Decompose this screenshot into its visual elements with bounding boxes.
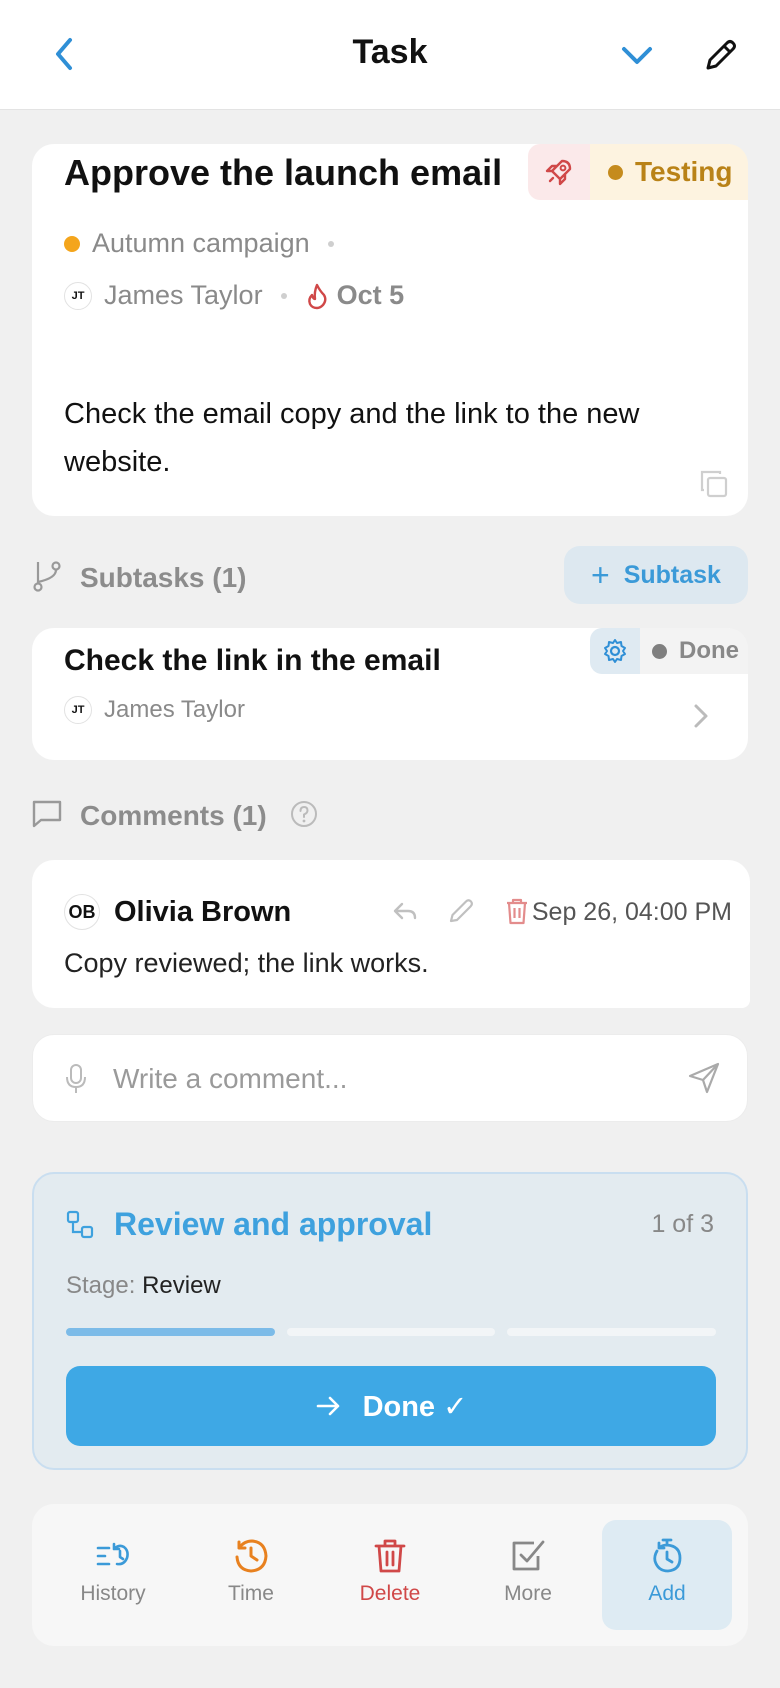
rocket-icon — [545, 159, 572, 186]
delete-label: Delete — [359, 1582, 421, 1605]
avatar: OB — [64, 894, 100, 930]
avatar: JT — [64, 696, 92, 724]
assignee-name[interactable]: James Taylor — [104, 280, 263, 311]
subtasks-header: Subtasks (1) + Subtask — [32, 546, 748, 606]
workflow-card: Review and approval 1 of 3 Stage: Review… — [32, 1172, 748, 1470]
task-description: Check the email copy and the link to the… — [64, 398, 640, 478]
avatar: JT — [64, 281, 92, 310]
send-icon[interactable] — [687, 1061, 721, 1095]
stage-value: Review — [142, 1272, 221, 1299]
history-tab[interactable]: History — [48, 1520, 178, 1630]
subtask-card[interactable]: Check the link in the email JT James Tay… — [32, 628, 748, 760]
workflow-stage: Stage: Review — [66, 1272, 221, 1300]
comment-header: OB Olivia Brown Sep 26, 04:00 PM — [64, 892, 732, 932]
done-button-label: Done ✓ — [362, 1390, 468, 1423]
subtasks-title: Subtasks (1) — [80, 562, 247, 593]
chevron-down-icon[interactable] — [618, 38, 656, 74]
add-label: Add — [648, 1582, 686, 1605]
status-dot-icon — [608, 164, 623, 180]
stage-label: Stage: — [66, 1272, 136, 1299]
subtask-assignee: JT James Taylor — [64, 696, 245, 724]
history-list-icon — [96, 1542, 129, 1566]
bottom-action-bar: History Time Delete More Add — [32, 1504, 748, 1646]
more-label: More — [504, 1582, 552, 1605]
reply-icon[interactable] — [390, 896, 420, 926]
comment-timestamp: Sep 26, 04:00 PM — [531, 898, 732, 926]
subtask-status-badge[interactable]: Done — [640, 628, 748, 674]
comment-text: Copy reviewed; the link works. — [64, 948, 429, 978]
due-date[interactable]: Oct 5 — [337, 280, 405, 311]
trash-icon[interactable] — [502, 896, 532, 926]
workflow-step-count: 1 of 3 — [651, 1210, 714, 1238]
comment-input[interactable] — [113, 1051, 673, 1107]
add-tab[interactable]: Add — [602, 1520, 732, 1630]
add-subtask-button[interactable]: + Subtask — [564, 546, 748, 604]
comment-composer — [32, 1034, 748, 1122]
flame-icon — [307, 283, 327, 309]
chevron-right-icon — [694, 704, 708, 728]
workflow-progress — [66, 1328, 717, 1336]
project-name[interactable]: Autumn campaign — [92, 228, 310, 259]
gear-icon — [604, 639, 626, 663]
progress-segment — [507, 1328, 717, 1336]
progress-segment — [286, 1328, 496, 1336]
top-bar: Task — [0, 0, 780, 110]
comment-card: OB Olivia Brown Sep 26, 04:00 PM Copy re… — [32, 860, 750, 1008]
comment-author: Olivia Brown — [114, 895, 292, 928]
edit-pencil-icon[interactable] — [446, 896, 476, 926]
project-dot-icon — [64, 235, 80, 252]
arrow-right-icon — [316, 1396, 339, 1416]
comments-title: Comments (1) — [80, 800, 267, 831]
separator — [280, 292, 287, 299]
done-button[interactable]: Done ✓ — [66, 1366, 716, 1446]
progress-segment — [66, 1328, 275, 1336]
status-badge[interactable]: Testing — [590, 144, 748, 200]
task-card: Approve the launch email Testing Autumn … — [32, 144, 748, 516]
trash-icon — [374, 1539, 406, 1573]
subtask-settings-button[interactable] — [590, 628, 640, 674]
checkbox-icon — [512, 1540, 545, 1571]
separator — [327, 240, 334, 247]
page-title: Task — [352, 33, 428, 71]
assignee-row: JT James Taylor Oct 5 — [64, 280, 404, 311]
microphone-icon[interactable] — [65, 1063, 87, 1095]
delete-tab[interactable]: Delete — [325, 1520, 455, 1630]
time-label: Time — [228, 1582, 274, 1605]
clock-history-icon — [235, 1539, 268, 1573]
priority-badge[interactable] — [528, 144, 590, 200]
copy-icon[interactable] — [698, 468, 730, 500]
comment-bubble-icon — [32, 800, 62, 828]
more-tab[interactable]: More — [463, 1520, 593, 1630]
status-label: Testing — [635, 156, 733, 187]
workflow-icon — [66, 1210, 94, 1239]
project-row: Autumn campaign — [64, 228, 352, 259]
edit-pencil-icon[interactable] — [700, 36, 740, 76]
task-title: Approve the launch email — [64, 152, 503, 193]
time-tab[interactable]: Time — [186, 1520, 316, 1630]
subtask-title: Check the link in the email — [64, 644, 441, 677]
subtask-status-label: Done — [679, 637, 739, 664]
subtask-assignee-name: James Taylor — [104, 696, 245, 723]
workflow-title: Review and approval — [114, 1206, 433, 1242]
comment-actions — [390, 896, 532, 926]
help-icon[interactable] — [290, 800, 318, 828]
history-label: History — [80, 1582, 146, 1605]
plus-icon: + — [591, 556, 610, 593]
comments-header: Comments (1) — [32, 784, 748, 844]
branch-icon — [33, 561, 61, 592]
status-dot-icon — [652, 643, 667, 659]
add-subtask-label: Subtask — [623, 560, 721, 589]
stopwatch-add-icon — [653, 1538, 682, 1573]
